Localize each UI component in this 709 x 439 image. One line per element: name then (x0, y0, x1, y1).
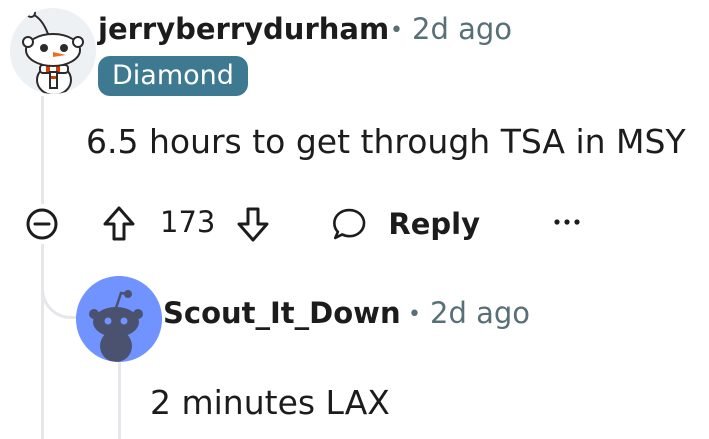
reply-button[interactable]: Reply (330, 200, 480, 248)
reply-username[interactable]: Scout_It_Down (163, 296, 401, 330)
comment-username[interactable]: jerryberrydurham (98, 12, 389, 46)
arrow-up-icon (103, 206, 135, 241)
thread-line-reply (118, 362, 121, 439)
upvote-button[interactable] (98, 202, 140, 246)
comment-timestamp[interactable]: 2d ago (412, 12, 512, 46)
reply-avatar[interactable] (76, 276, 162, 362)
collapse-button[interactable] (22, 204, 62, 244)
snoo-avatar-icon (76, 276, 162, 362)
reply-timestamp[interactable]: 2d ago (430, 296, 530, 330)
vote-count: 173 (160, 205, 216, 239)
comment-body: 6.5 hours to get through TSA in MSY (86, 122, 686, 161)
speech-bubble-icon (333, 208, 366, 240)
meta-separator: • (408, 302, 421, 327)
downvote-button[interactable] (232, 202, 274, 246)
more-options-button[interactable] (545, 204, 589, 240)
avatar[interactable] (10, 8, 96, 94)
snoo-avatar-icon (10, 8, 96, 94)
reply-body: 2 minutes LAX (150, 383, 390, 422)
ellipsis-icon (554, 219, 580, 225)
thread-line-main (41, 96, 44, 204)
minus-circle-icon (26, 208, 58, 240)
user-flair-badge: Diamond (98, 56, 248, 96)
meta-separator: • (390, 18, 403, 43)
reply-label: Reply (388, 207, 480, 241)
arrow-down-icon (237, 207, 269, 242)
